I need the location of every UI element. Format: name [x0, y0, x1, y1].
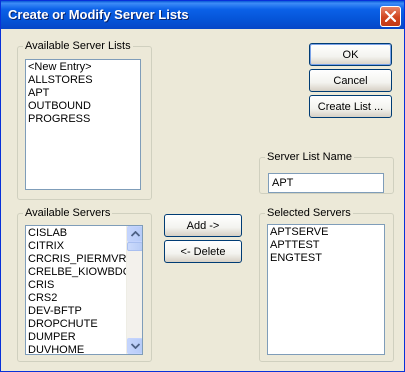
list-item[interactable]: CITRIX [28, 240, 126, 253]
selected-servers-label: Selected Servers [267, 207, 351, 219]
available-server-lists-listbox[interactable]: <New Entry> ALLSTORES APT OUTBOUND PROGR… [25, 59, 141, 190]
list-item[interactable]: ALLSTORES [28, 74, 140, 87]
available-servers-items: CISLAB CITRIX CRCRIS_PIERMVR CRELBE_KIOW… [26, 226, 126, 354]
selected-servers-listbox[interactable]: APTSERVE APTTEST ENGTEST [267, 224, 385, 355]
scroll-up-button[interactable] [127, 226, 142, 242]
available-servers-listbox[interactable]: CISLAB CITRIX CRCRIS_PIERMVR CRELBE_KIOW… [25, 225, 143, 355]
arrow-up-icon [131, 231, 140, 237]
scroll-thumb[interactable] [127, 242, 142, 251]
list-item[interactable]: CRCRIS_PIERMVR [28, 253, 126, 266]
available-server-lists-label: Available Server Lists [25, 40, 131, 52]
list-item[interactable]: DUVHOME [28, 344, 126, 354]
list-item[interactable]: CISLAB [28, 227, 126, 240]
list-item[interactable]: DEV-BFTP [28, 305, 126, 318]
list-item[interactable]: <New Entry> [28, 61, 140, 74]
ok-button[interactable]: OK [309, 43, 392, 66]
cancel-button[interactable]: Cancel [309, 69, 392, 92]
list-item[interactable]: APTTEST [270, 239, 384, 252]
list-item[interactable]: CRELBE_KIOWBDC [28, 266, 126, 279]
server-list-name-label: Server List Name [267, 151, 352, 163]
list-item[interactable]: CRS2 [28, 292, 126, 305]
close-button[interactable] [380, 6, 401, 27]
available-servers-label: Available Servers [25, 207, 111, 219]
list-item[interactable]: CRIS [28, 279, 126, 292]
list-item[interactable]: DUMPER [28, 331, 126, 344]
list-item[interactable]: DROPCHUTE [28, 318, 126, 331]
available-server-lists-items: <New Entry> ALLSTORES APT OUTBOUND PROGR… [26, 60, 140, 126]
selected-servers-items: APTSERVE APTTEST ENGTEST [268, 225, 384, 265]
title-bar[interactable]: Create or Modify Server Lists [1, 1, 404, 29]
list-item[interactable]: ENGTEST [270, 252, 384, 265]
list-item[interactable]: APT [28, 87, 140, 100]
delete-button[interactable]: <- Delete [164, 240, 242, 263]
scroll-down-button[interactable] [127, 338, 142, 354]
arrow-down-icon [131, 343, 140, 349]
list-item[interactable]: PROGRESS [28, 113, 140, 126]
vertical-scrollbar[interactable] [126, 226, 142, 354]
add-button[interactable]: Add -> [164, 214, 242, 237]
list-item[interactable]: OUTBOUND [28, 100, 140, 113]
dialog-window: Create or Modify Server Lists Available … [0, 0, 405, 372]
server-list-name-group: Server List Name [259, 151, 394, 194]
server-list-name-input[interactable] [268, 173, 384, 193]
create-list-button[interactable]: Create List ... [309, 95, 392, 118]
window-title: Create or Modify Server Lists [8, 7, 189, 22]
list-item[interactable]: APTSERVE [270, 226, 384, 239]
close-icon [385, 11, 396, 22]
